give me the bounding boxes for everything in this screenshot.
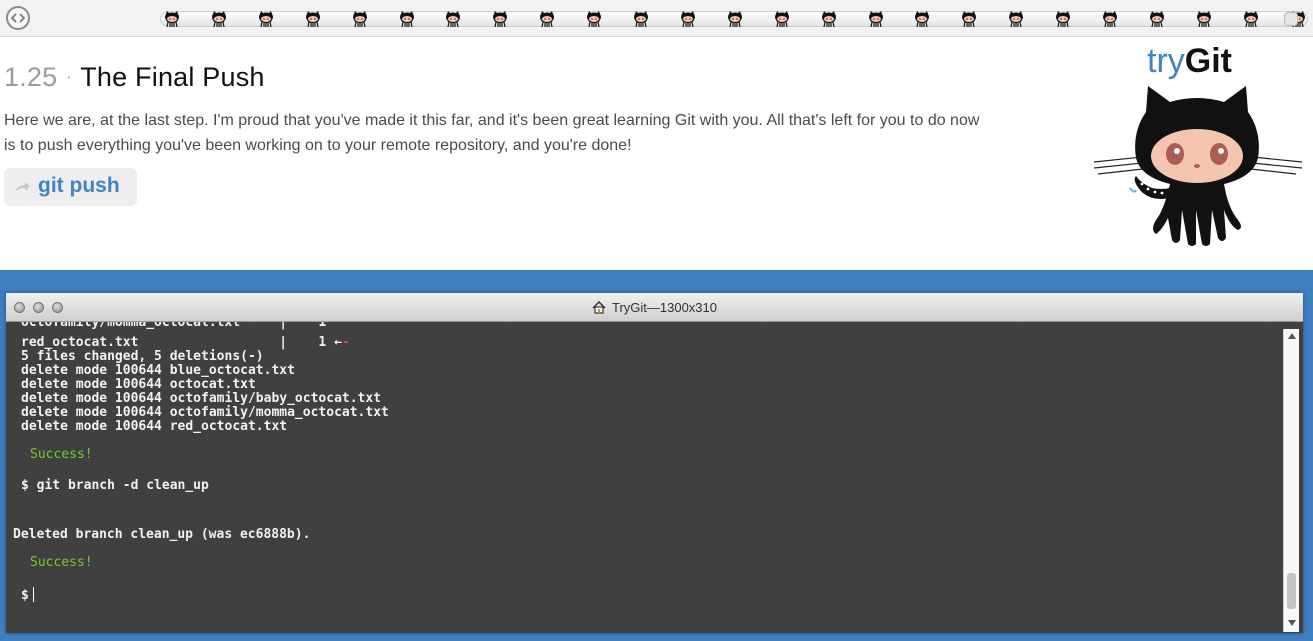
terminal-line: delete mode 100644 red_octocat.txt xyxy=(21,419,288,434)
progress-step-octocat-icon[interactable] xyxy=(491,10,509,28)
lesson-heading: 1.25 · The Final Push xyxy=(4,62,265,93)
terminal-scrollbar[interactable] xyxy=(1283,329,1299,632)
terminal-line: Deleted branch clean_up (was ec6888b). xyxy=(13,527,311,542)
progress-step-octocat-icon[interactable] xyxy=(351,10,369,28)
lesson-number: 1.25 xyxy=(4,62,58,92)
terminal-title: TryGit—1300x310 xyxy=(6,300,1303,317)
text-cursor xyxy=(32,587,34,602)
run-command-button[interactable]: git push xyxy=(4,168,137,206)
command-label: git push xyxy=(38,174,120,197)
terminal-line: 5 files changed, 5 deletions(-) xyxy=(21,349,264,364)
progress-step-octocat-icon[interactable] xyxy=(538,10,556,28)
progress-step-octocat-icon[interactable] xyxy=(773,10,791,28)
arrow-right-icon xyxy=(14,179,32,198)
progress-step-octocat-icon[interactable] xyxy=(163,10,181,28)
progress-bar xyxy=(0,0,1313,37)
terminal-line: delete mode 100644 octofamily/momma_octo… xyxy=(21,405,389,420)
success-message: Success! xyxy=(30,555,93,570)
code-brackets-icon[interactable] xyxy=(6,6,30,30)
terminal-title-text: TryGit—1300x310 xyxy=(611,300,717,315)
terminal-command-line: $ git branch -d clean_up xyxy=(21,478,209,493)
progress-step-octocat-icon[interactable] xyxy=(867,10,885,28)
lesson-title: The Final Push xyxy=(80,62,265,92)
progress-step-octocat-icon[interactable] xyxy=(632,10,650,28)
progress-step-octocat-icon[interactable] xyxy=(1195,10,1213,28)
lesson-separator: · xyxy=(65,66,73,88)
terminal-line: delete mode 100644 octofamily/baby_octoc… xyxy=(21,391,382,406)
progress-step-octocat-icon[interactable] xyxy=(398,10,416,28)
scrollbar-thumb[interactable] xyxy=(1287,573,1296,609)
scroll-up-icon[interactable] xyxy=(1288,333,1296,339)
progress-step-octocat-icon[interactable] xyxy=(1148,10,1166,28)
terminal-line: delete mode 100644 octocat.txt xyxy=(21,377,256,392)
terminal-prompt[interactable]: $ xyxy=(21,587,34,603)
octocat-mascot-icon xyxy=(1090,80,1305,252)
progress-end-cap xyxy=(1284,12,1298,26)
progress-step-octocat-icon[interactable] xyxy=(304,10,322,28)
logo-git: Git xyxy=(1184,42,1232,80)
progress-step-octocat-icon[interactable] xyxy=(210,10,228,28)
success-message: Success! xyxy=(30,447,93,462)
progress-step-octocat-icon[interactable] xyxy=(679,10,697,28)
terminal-titlebar: TryGit—1300x310 xyxy=(6,293,1303,322)
terminal-line-text: red_octocat.txt | 1 xyxy=(21,335,335,350)
minus-arrow-icon: - xyxy=(341,335,350,350)
progress-step-octocat-icon[interactable] xyxy=(444,10,462,28)
terminal-line: octofamily/momma_octocat.txt | 1 xyxy=(21,322,327,330)
home-icon xyxy=(592,300,606,317)
prompt-symbol: $ xyxy=(21,588,29,603)
progress-step-octocat-icon[interactable] xyxy=(820,10,838,28)
progress-step-octocat-icon[interactable] xyxy=(1242,10,1260,28)
lesson-description: Here we are, at the last step. I'm proud… xyxy=(4,112,980,154)
logo-try: try xyxy=(1147,42,1185,80)
trygit-logo: tryGit xyxy=(1147,42,1232,81)
progress-step-octocat-icon[interactable] xyxy=(1007,10,1025,28)
terminal-line: red_octocat.txt | 1 ←- xyxy=(21,336,350,350)
progress-step-octocat-icon[interactable] xyxy=(960,10,978,28)
progress-step-octocat-icon[interactable] xyxy=(1054,10,1072,28)
progress-step-octocat-icon[interactable] xyxy=(257,10,275,28)
progress-step-octocat-icon[interactable] xyxy=(585,10,603,28)
terminal-line: delete mode 100644 blue_octocat.txt xyxy=(21,363,295,378)
terminal-output[interactable]: octofamily/momma_octocat.txt | 1 red_oct… xyxy=(6,322,1282,633)
progress-step-octocat-icon[interactable] xyxy=(726,10,744,28)
progress-step-octocat-icon[interactable] xyxy=(913,10,931,28)
arrow-left-icon: ← xyxy=(334,335,342,350)
terminal-window[interactable]: TryGit—1300x310 octofamily/momma_octocat… xyxy=(6,293,1303,633)
scroll-down-icon[interactable] xyxy=(1288,620,1296,626)
progress-step-octocat-icon[interactable] xyxy=(1101,10,1119,28)
